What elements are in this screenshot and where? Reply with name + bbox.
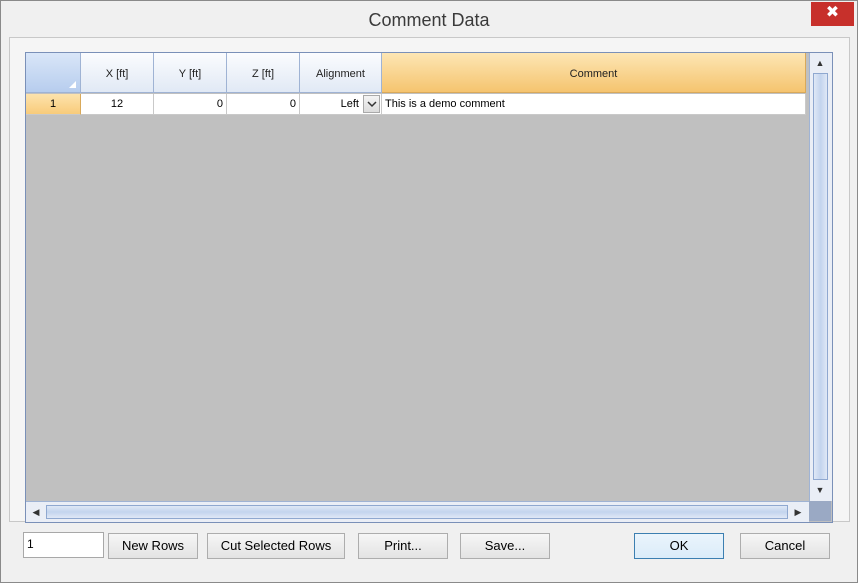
column-header-comment[interactable]: Comment — [382, 53, 806, 93]
cell-comment[interactable]: This is a demo comment — [382, 94, 806, 115]
alignment-dropdown-button[interactable] — [363, 95, 380, 113]
column-header-y[interactable]: Y [ft] — [154, 53, 227, 93]
scrollbar-corner — [809, 501, 831, 521]
column-header-x[interactable]: X [ft] — [81, 53, 154, 93]
horizontal-scrollbar[interactable]: ◀ ▶ — [26, 501, 809, 522]
title-bar: Comment Data ✖ — [1, 1, 857, 37]
close-button[interactable]: ✖ — [811, 2, 854, 26]
window-title: Comment Data — [368, 10, 490, 30]
cell-alignment-combo[interactable]: Left — [300, 94, 382, 115]
cell-z[interactable]: 0 — [227, 94, 300, 115]
chevron-down-icon — [367, 101, 377, 108]
scroll-down-icon[interactable]: ▼ — [810, 481, 830, 499]
vertical-scroll-thumb[interactable] — [813, 73, 828, 480]
cell-y[interactable]: 0 — [154, 94, 227, 115]
save-button[interactable]: Save... — [460, 533, 550, 559]
vertical-scrollbar[interactable]: ▲ ▼ — [809, 53, 832, 501]
scroll-left-icon[interactable]: ◀ — [26, 503, 46, 521]
cut-selected-rows-button[interactable]: Cut Selected Rows — [207, 533, 345, 559]
column-header-alignment[interactable]: Alignment — [300, 53, 382, 93]
ok-button[interactable]: OK — [634, 533, 724, 559]
scroll-up-icon[interactable]: ▲ — [810, 54, 830, 72]
data-grid: X [ft] Y [ft] Z [ft] Alignment Comment 1… — [25, 52, 833, 523]
column-header-z[interactable]: Z [ft] — [227, 53, 300, 93]
row-count-input[interactable]: 1 — [23, 532, 104, 558]
select-all-icon — [69, 81, 76, 88]
select-all-corner[interactable] — [26, 53, 81, 93]
new-rows-button[interactable]: New Rows — [108, 533, 198, 559]
horizontal-scroll-thumb[interactable] — [46, 505, 788, 519]
print-button[interactable]: Print... — [358, 533, 448, 559]
row-header[interactable]: 1 — [26, 94, 81, 115]
alignment-value: Left — [340, 98, 359, 110]
scroll-right-icon[interactable]: ▶ — [788, 503, 808, 521]
cancel-button[interactable]: Cancel — [740, 533, 830, 559]
cell-x[interactable]: 12 — [81, 94, 154, 115]
